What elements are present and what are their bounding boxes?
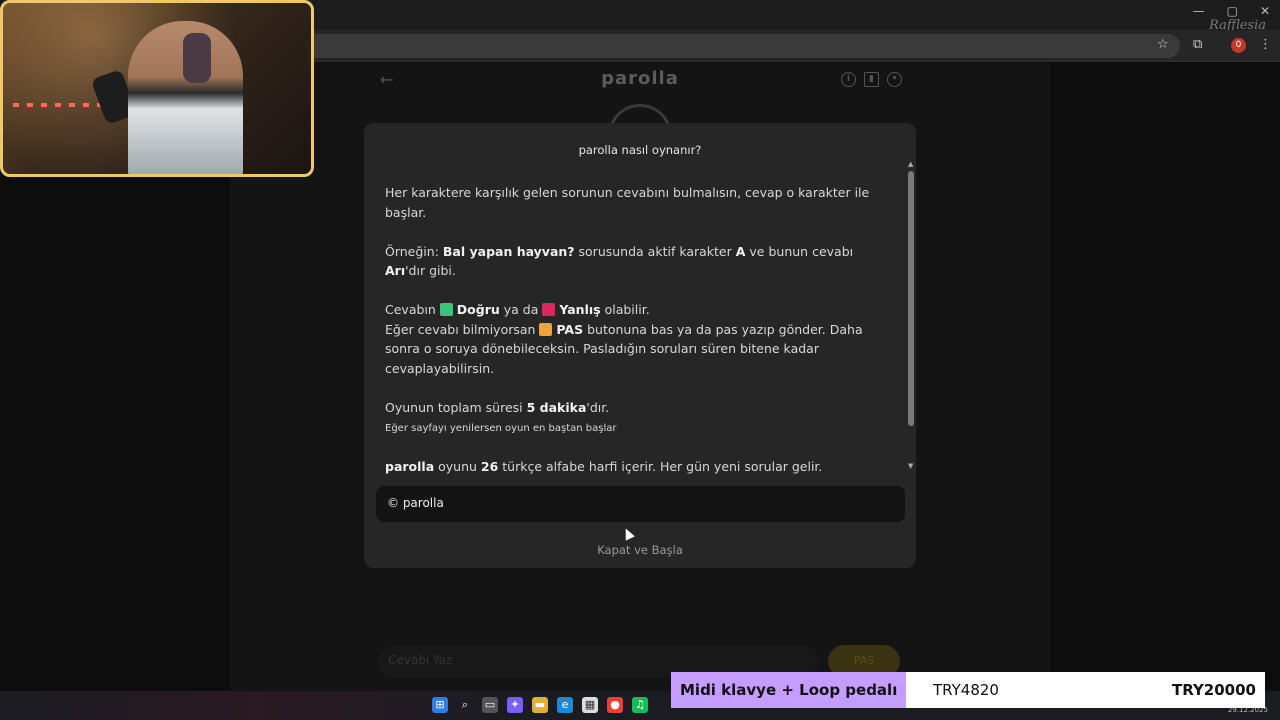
header-icons: i ▮ • [841,72,902,87]
scroll-up-arrow-icon[interactable]: ▲ [908,160,913,168]
pas-label: PAS [556,321,584,337]
rule-paragraph-4: Oyunun toplam süresi 5 dakika'dır. Eğer … [385,398,890,438]
duration-suffix: 'dır. [586,399,610,415]
modal-footer: © parolla [376,486,905,522]
letters-suffix: türkçe alfabe harfi içerir. Her gün yeni… [498,458,823,474]
modal-body: Her karaktere karşılık gelen sorunun cev… [385,183,890,474]
menu-kebab-icon[interactable]: ⋮ [1259,37,1272,52]
donation-goal-banner: Midi klavye + Loop pedalı TRY4820 TRY200… [671,672,1265,708]
example-prefix: Örneğin: [385,243,443,259]
stats-icon[interactable]: ▮ [864,72,879,87]
letter-count: 26 [480,458,499,474]
example-letter: A [735,243,746,259]
file-explorer-icon[interactable]: ▬ [532,697,548,713]
example-answer: Arı [385,263,406,278]
spotify-icon[interactable]: ♫ [632,697,648,713]
donation-item: Midi klavye + Loop pedalı [671,672,907,708]
game-name: parolla [385,458,435,474]
correct-label: Doğru [456,302,500,317]
example-question: Bal yapan hayvan? [442,243,575,259]
rule-paragraph-1: Her karaktere karşılık gelen sorunun cev… [385,185,870,220]
modal-scrollbar[interactable]: ▲ ▼ [906,160,916,472]
pas-prefix: Eğer cevabı bilmiyorsan [385,321,540,337]
webcam-overlay [0,0,314,177]
store-icon[interactable]: ▦ [582,697,598,713]
maximize-button[interactable]: ▢ [1227,4,1238,18]
example-mid2: ve bunun cevabı [745,243,854,259]
app-header: ← parolla i ▮ • [370,66,910,96]
profile-avatar[interactable]: 0 [1231,38,1246,53]
example-mid: sorusunda aktif karakter [574,243,736,259]
refresh-note: Eğer sayfayı yenilersen oyun en baştan b… [385,423,617,434]
duration-value: 5 dakika [526,399,587,415]
bookmark-star-icon[interactable]: ☆ [1157,37,1169,52]
window-controls: — ▢ ✕ [1193,4,1270,18]
rule-paragraph-2: Örneğin: Bal yapan hayvan? sorusunda akt… [385,242,890,281]
pas-swatch-icon [539,322,553,336]
answer-mid: ya da [499,302,543,317]
extensions-icon[interactable]: ⧉ [1193,37,1202,52]
edge-icon[interactable]: e [557,697,573,713]
correct-swatch-icon [439,303,453,316]
minimize-button[interactable]: — [1193,4,1205,18]
chrome-icon[interactable]: ● [607,697,623,713]
scrollbar-thumb[interactable] [908,171,914,426]
donation-goal: TRY20000 [1171,681,1256,699]
duration-prefix: Oyunun toplam süresi [385,399,527,415]
search-icon[interactable]: ⌕ [457,697,473,713]
scroll-down-arrow-icon[interactable]: ▼ [908,462,913,470]
profile-icon[interactable]: • [887,72,902,87]
task-view-icon[interactable]: ▭ [482,697,498,713]
rule-paragraph-5: parolla oyunu 26 türkçe alfabe harfi içe… [385,457,890,477]
close-window-button[interactable]: ✕ [1260,4,1270,18]
letters-mid: oyunu [434,458,481,474]
headset-icon [183,33,211,83]
copilot-icon[interactable]: ✦ [507,697,523,713]
answer-prefix: Cevabın [385,302,440,317]
info-icon[interactable]: i [841,72,856,87]
answer-suffix: olabilir. [600,302,650,317]
rule-paragraph-3: Cevabın Doğru ya da Yanlış olabilir. Eğe… [385,300,890,378]
donation-current: TRY4820 [933,681,999,699]
app-title: parolla [601,68,679,89]
wrong-swatch-icon [542,303,556,316]
taskbar-apps: ⊞ ⌕ ▭ ✦ ▬ e ▦ ● ♫ [432,697,648,713]
wrong-label: Yanlış [559,302,601,317]
example-suffix: 'dır gibi. [405,263,456,278]
modal-title: parolla nasıl oynanır? [578,143,702,157]
close-and-start-button[interactable]: Kapat ve Başla [364,543,916,557]
start-windows-icon[interactable]: ⊞ [432,697,448,713]
